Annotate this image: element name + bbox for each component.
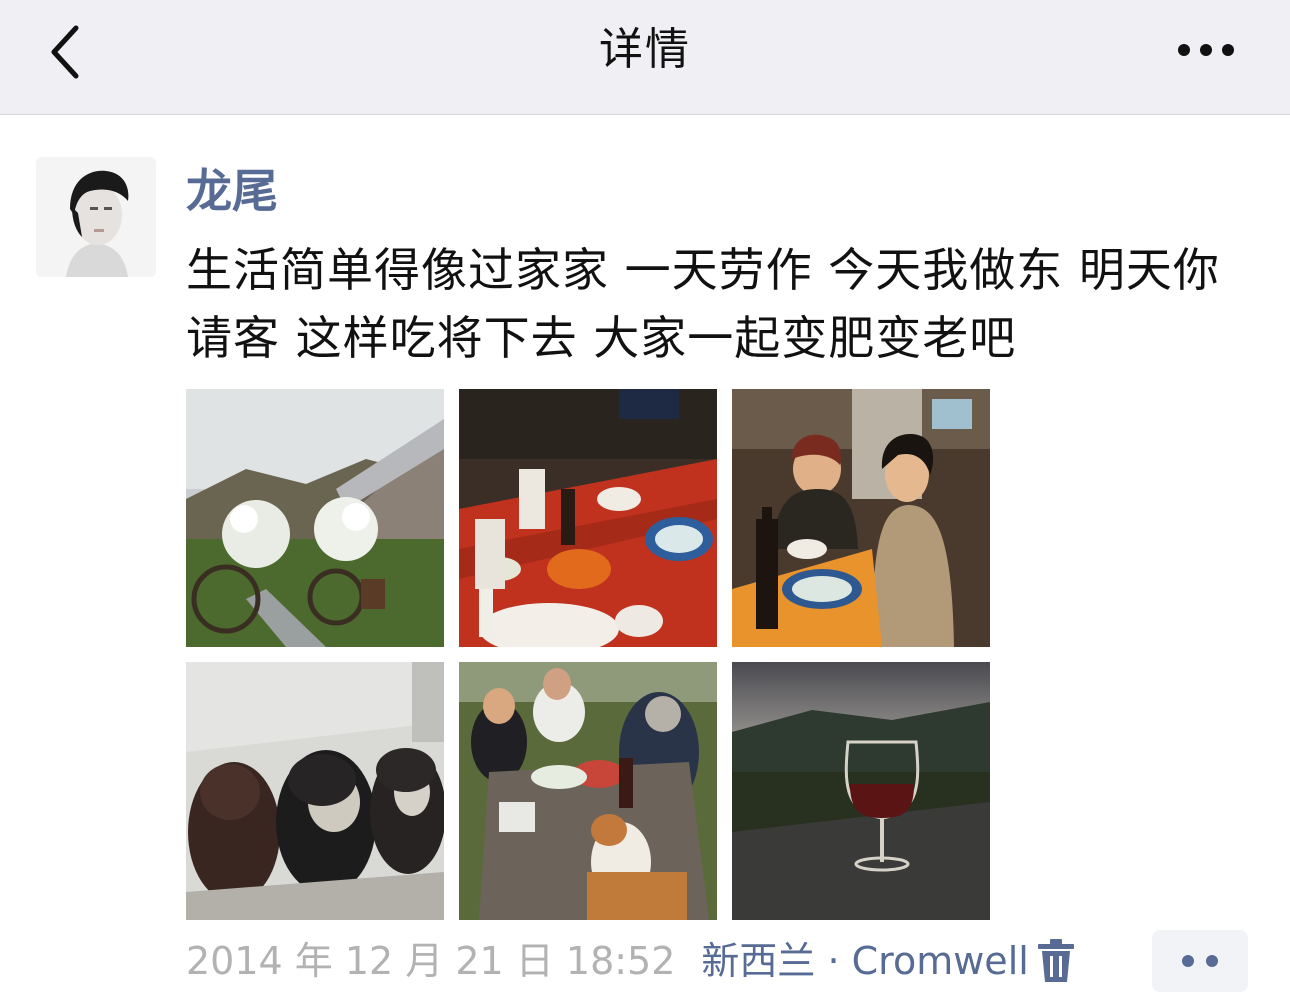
photo-outdoor-lunch-image bbox=[459, 662, 717, 920]
more-button[interactable] bbox=[1168, 28, 1248, 72]
photo-wine-glass-sunset[interactable] bbox=[732, 662, 990, 920]
photo-friends-dinner[interactable] bbox=[732, 389, 990, 647]
photo-friends-dinner-image bbox=[732, 389, 990, 647]
post-location[interactable]: 新西兰 · Cromwell bbox=[701, 939, 1028, 983]
photo-garden-house[interactable] bbox=[186, 389, 444, 647]
photo-wine-glass-sunset-image bbox=[732, 662, 990, 920]
page-title: 详情 bbox=[599, 24, 691, 75]
photo-dogs-image bbox=[186, 662, 444, 920]
photo-outdoor-lunch[interactable] bbox=[459, 662, 717, 920]
trash-icon bbox=[1038, 939, 1074, 982]
comment-dots-icon bbox=[1182, 955, 1218, 967]
post-timestamp: 2014 年 12 月 21 日 18:52 bbox=[186, 939, 676, 983]
post-text: 生活简单得像过家家 一天劳作 今天我做东 明天你请客 这样吃将下去 大家一起变肥… bbox=[186, 243, 1220, 365]
photo-dinner-table-image bbox=[459, 389, 717, 647]
avatar-portrait-image bbox=[36, 157, 156, 277]
photo-dinner-table[interactable] bbox=[459, 389, 717, 647]
chevron-left-icon bbox=[51, 25, 79, 79]
navigation-bar: 详情 bbox=[0, 0, 1290, 115]
back-button[interactable] bbox=[36, 22, 96, 82]
author-name[interactable]: 龙尾 bbox=[186, 160, 278, 222]
post-meta: 2014 年 12 月 21 日 18:52 新西兰 · Cromwell bbox=[186, 930, 1029, 992]
avatar[interactable] bbox=[36, 157, 156, 277]
photo-dogs[interactable] bbox=[186, 662, 444, 920]
photo-garden-house-image bbox=[186, 389, 444, 647]
comment-button[interactable] bbox=[1152, 930, 1248, 992]
delete-button[interactable] bbox=[1036, 938, 1076, 984]
more-dots-icon bbox=[1178, 44, 1234, 56]
